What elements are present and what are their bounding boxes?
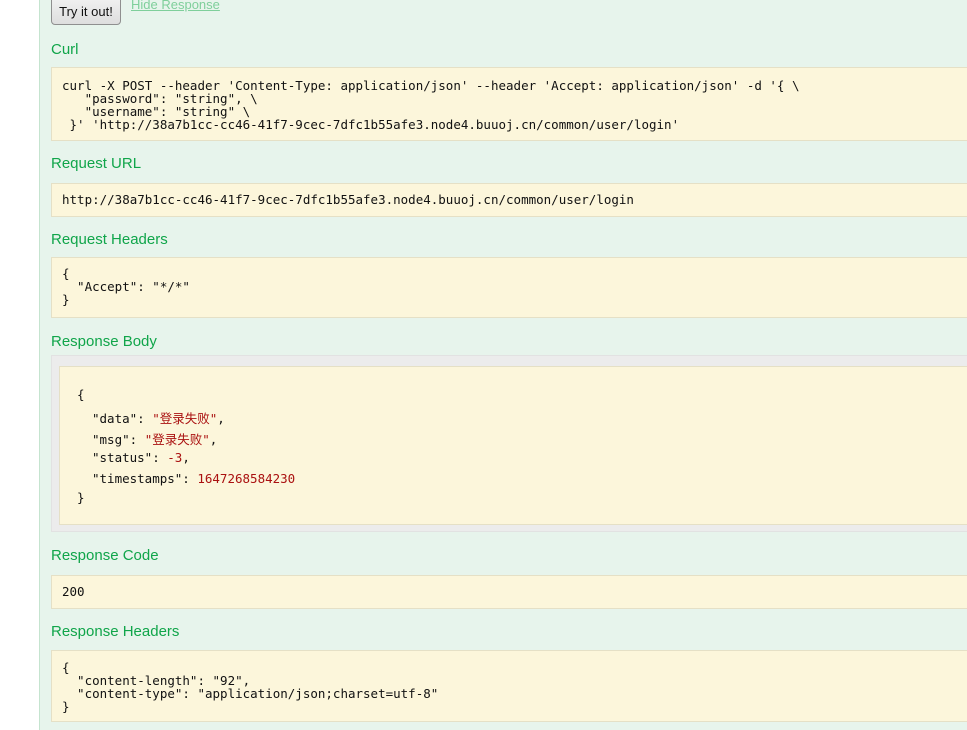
curl-heading: Curl [51,41,79,58]
json-value: 1647268584230 [197,471,296,486]
json-field-timestamps: "timestamps": 1647268584230 [92,471,295,486]
response-body-heading: Response Body [51,333,157,350]
json-key: "status": [92,450,168,465]
response-body-container[interactable]: { "data": "登录失败", "msg": "登录失败", "status… [51,355,967,532]
request-url-block: http://38a7b1cc-cc46-41f7-9cec-7dfc1b55a… [51,183,967,217]
json-comma: , [209,432,218,447]
hide-response-link[interactable]: Hide Response [131,0,220,12]
json-value: "登录失败" [144,432,210,447]
api-response-panel: Try it out! Hide Response Curl curl -X P… [39,0,967,730]
json-comma: , [217,411,225,426]
try-it-out-button[interactable]: Try it out! [51,0,121,25]
json-value: "登录失败" [152,411,218,426]
response-headers-heading: Response Headers [51,623,180,640]
json-comma: , [182,450,190,465]
json-field-msg: "msg": "登录失败", [92,429,217,448]
response-body-block: { "data": "登录失败", "msg": "登录失败", "status… [59,366,967,525]
json-field-data: "data": "登录失败", [92,408,225,427]
request-headers-heading: Request Headers [51,231,168,248]
json-key: "msg": [92,432,145,447]
json-close-brace: } [77,490,85,505]
json-key: "timestamps": [92,471,198,486]
json-value: -3 [167,450,183,465]
response-headers-block: { "content-length": "92", "content-type"… [51,650,967,722]
json-key: "data": [92,411,153,426]
curl-command-block: curl -X POST --header 'Content-Type: app… [51,67,967,141]
json-open-brace: { [77,387,85,402]
request-url-heading: Request URL [51,155,142,172]
response-code-block: 200 [51,575,967,609]
json-field-status: "status": -3, [92,450,190,465]
response-code-heading: Response Code [51,547,159,564]
request-headers-block: { "Accept": "*/*" } [51,257,967,318]
